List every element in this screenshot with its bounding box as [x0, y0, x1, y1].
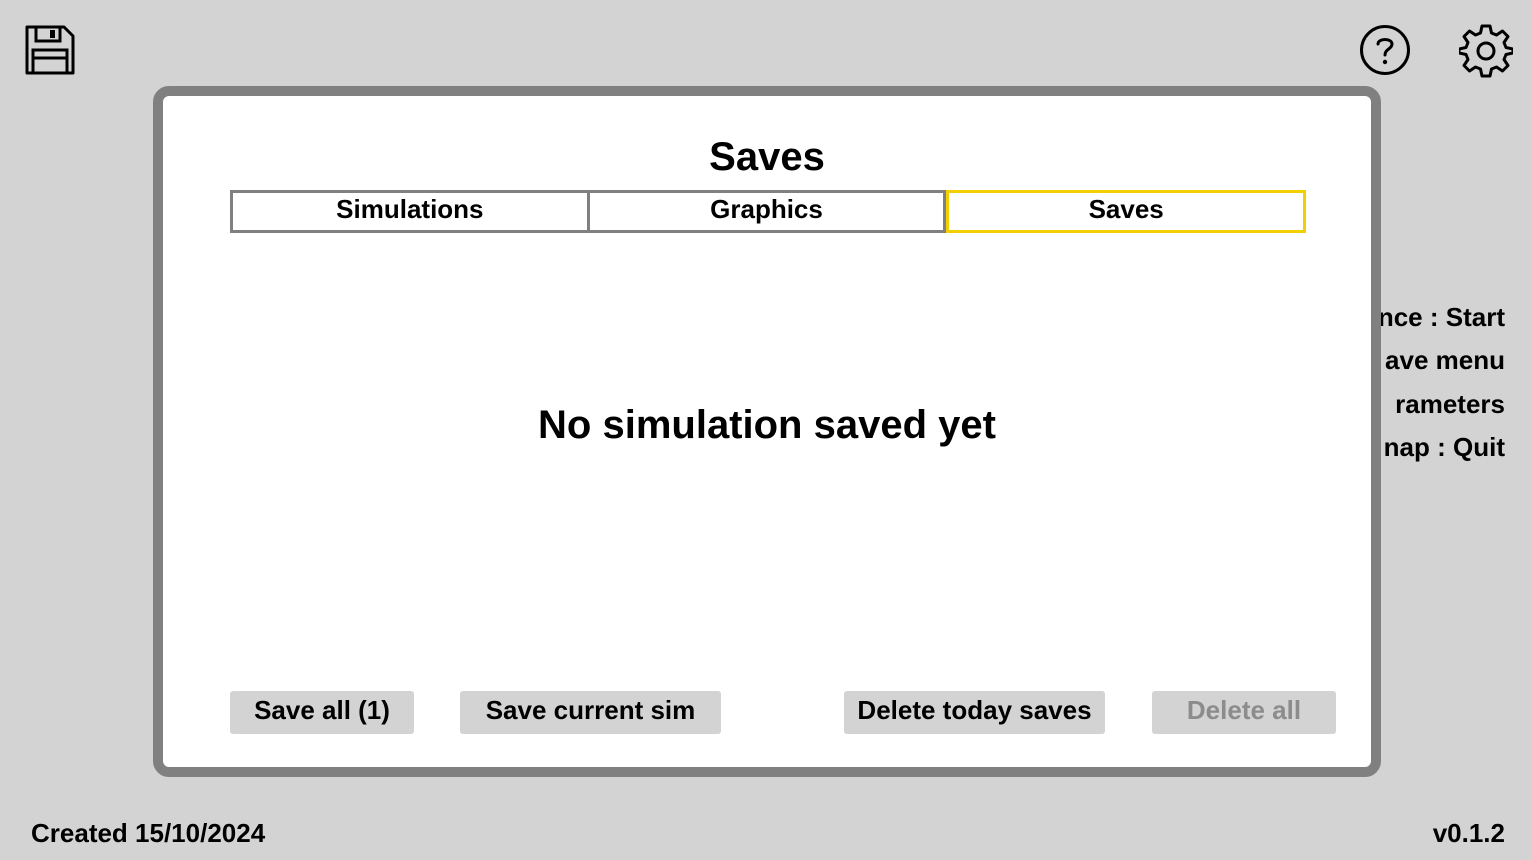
created-date: Created 15/10/2024: [31, 818, 266, 848]
tab-bar: Simulations Graphics Saves: [230, 190, 1307, 233]
tab-saves[interactable]: Saves: [946, 190, 1307, 233]
app-screen: nce : Start ave menu rameters nap : Quit…: [0, 0, 1531, 860]
shortcut-hints: nce : Start ave menu rameters nap : Quit: [1378, 296, 1505, 469]
gear-icon[interactable]: [1459, 24, 1513, 78]
floppy-disk-icon[interactable]: [24, 24, 76, 76]
empty-state-message: No simulation saved yet: [538, 403, 996, 447]
save-all-button[interactable]: Save all (1): [230, 691, 414, 734]
tab-graphics[interactable]: Graphics: [589, 190, 947, 233]
delete-today-saves-button[interactable]: Delete today saves: [844, 691, 1105, 734]
dialog-title: Saves: [709, 135, 825, 179]
shortcut-start: nce : Start: [1377, 302, 1505, 332]
save-current-sim-button[interactable]: Save current sim: [460, 691, 721, 734]
version-label: v0.1.2: [1432, 818, 1505, 848]
question-circle-icon[interactable]: [1359, 24, 1411, 76]
tab-simulations[interactable]: Simulations: [230, 190, 590, 233]
delete-all-button[interactable]: Delete all: [1152, 691, 1336, 734]
saves-dialog: Saves Simulations Graphics Saves No simu…: [153, 86, 1381, 777]
shortcut-quit: nap : Quit: [1383, 431, 1505, 462]
shortcut-save-menu: ave menu: [1385, 345, 1505, 376]
shortcut-parameters: rameters: [1395, 388, 1505, 419]
